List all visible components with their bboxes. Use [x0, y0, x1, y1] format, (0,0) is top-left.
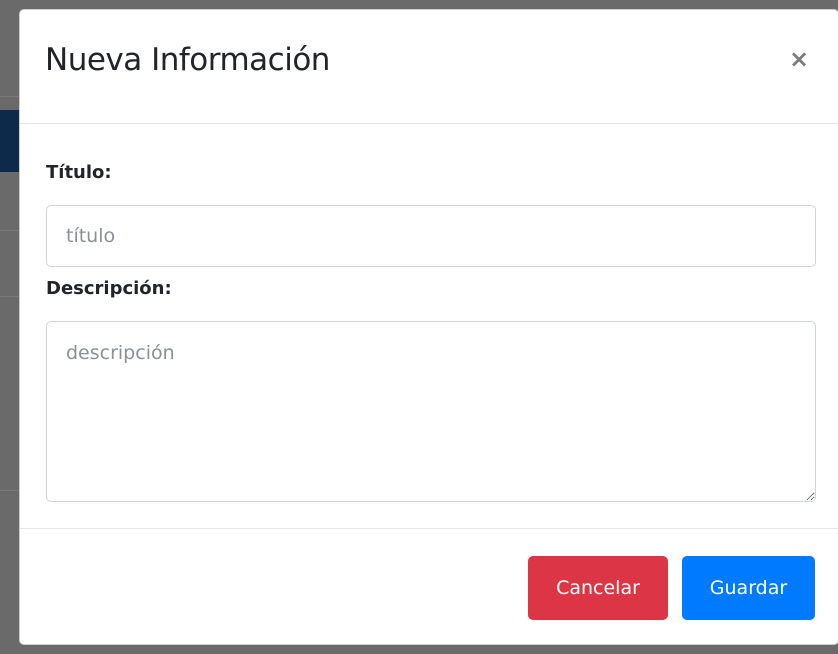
- save-button[interactable]: Guardar: [682, 556, 815, 620]
- modal-title: Nueva Información: [45, 42, 330, 78]
- new-info-modal: Nueva Información × Título: Descripción:…: [19, 9, 838, 645]
- modal-footer: Cancelar Guardar: [20, 528, 838, 646]
- close-button[interactable]: ×: [787, 47, 811, 71]
- description-label: Descripción:: [46, 278, 172, 299]
- title-input[interactable]: [46, 205, 816, 267]
- description-textarea[interactable]: [46, 321, 816, 502]
- modal-header: Nueva Información ×: [20, 10, 838, 124]
- title-label: Título:: [46, 162, 112, 183]
- cancel-button[interactable]: Cancelar: [528, 556, 668, 620]
